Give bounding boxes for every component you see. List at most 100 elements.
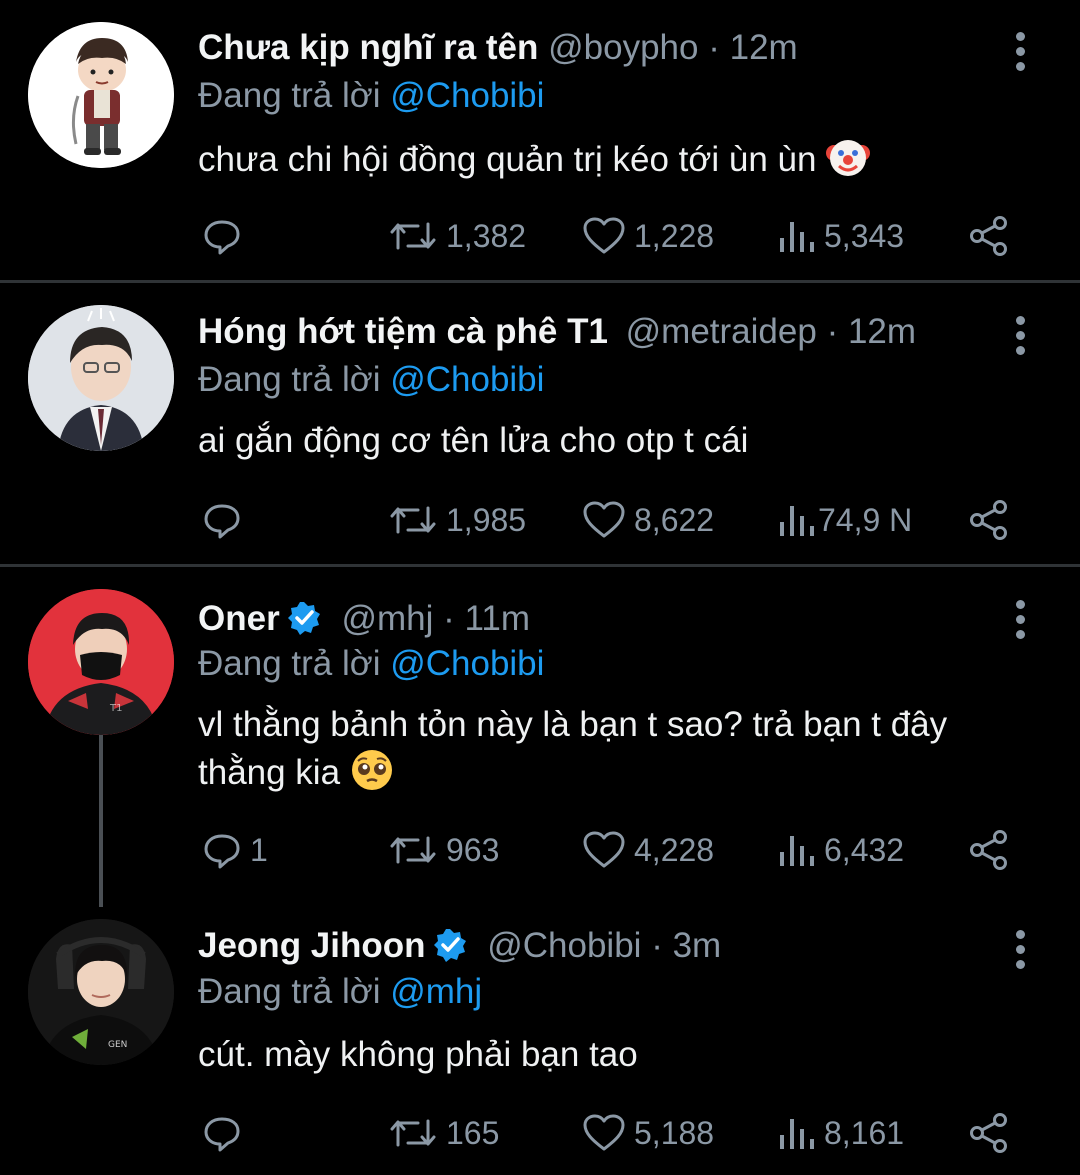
- like-button[interactable]: 1,228: [582, 214, 714, 258]
- tweet-header: Jeong Jihoon @Chobibi · 3m: [198, 924, 721, 974]
- avatar[interactable]: [28, 305, 174, 451]
- replying-to-label: Đang trả lời: [198, 360, 381, 399]
- reply-icon: [204, 220, 240, 255]
- svg-text:T1: T1: [109, 703, 122, 714]
- mention-link[interactable]: @Chobibi: [390, 76, 544, 115]
- views-button[interactable]: 8,161: [776, 1111, 904, 1155]
- svg-text:GEN: GEN: [108, 1040, 127, 1050]
- view-count: 6,432: [824, 831, 905, 868]
- avatar[interactable]: [28, 22, 174, 168]
- view-count: 74,9 N: [818, 501, 913, 538]
- tweet-text: vl thằng bảnh tỏn này là bạn t sao? trả …: [198, 702, 1048, 804]
- like-button[interactable]: 5,188: [582, 1111, 714, 1155]
- like-count: 1,228: [634, 217, 715, 254]
- timestamp[interactable]: · 11m: [443, 599, 530, 638]
- share-button[interactable]: [968, 214, 1010, 258]
- display-name[interactable]: Chưa kịp nghĩ ra tên: [198, 28, 538, 67]
- replying-to: Đang trả lời @Chobibi: [198, 74, 544, 118]
- mention-link[interactable]: @Chobibi: [390, 644, 544, 683]
- share-button[interactable]: [968, 828, 1010, 872]
- tweet-text: chưa chi hội đồng quản trị kéo tới ùn ùn: [198, 135, 1048, 191]
- replying-to-label: Đang trả lời: [198, 972, 381, 1011]
- verified-badge-icon: [286, 600, 322, 647]
- action-bar: 1 963 4,228 6,432: [198, 828, 1028, 872]
- retweet-icon: [390, 836, 436, 864]
- replying-to-label: Đang trả lời: [198, 76, 381, 115]
- action-bar: 165 5,188 8,161: [198, 1111, 1028, 1155]
- retweet-count: 963: [446, 831, 500, 868]
- share-icon: [970, 216, 1007, 256]
- views-button[interactable]: 74,9 N: [776, 498, 912, 542]
- views-button[interactable]: 5,343: [776, 214, 904, 258]
- reply-button[interactable]: [202, 498, 250, 542]
- mention-link[interactable]: @Chobibi: [390, 360, 544, 399]
- reply-button[interactable]: 1: [202, 828, 268, 872]
- pleading-face-icon: [350, 748, 394, 804]
- user-handle[interactable]: @Chobibi: [487, 926, 641, 965]
- like-button[interactable]: 4,228: [582, 828, 714, 872]
- view-count: 5,343: [824, 217, 905, 254]
- timestamp[interactable]: · 12m: [827, 312, 916, 351]
- heart-icon: [583, 831, 625, 868]
- retweet-icon: [390, 506, 436, 534]
- action-bar: 1,985 8,622 74,9 N: [198, 498, 1028, 542]
- reply-icon: [204, 1117, 240, 1152]
- retweet-count: 165: [446, 1114, 500, 1151]
- replying-to-label: Đang trả lời: [198, 644, 381, 683]
- more-options-icon[interactable]: [1010, 316, 1030, 361]
- heart-icon: [583, 217, 625, 254]
- display-name[interactable]: Oner: [198, 599, 280, 638]
- more-options-icon[interactable]: [1010, 32, 1030, 77]
- like-count: 8,622: [634, 501, 715, 538]
- retweet-button[interactable]: 1,382: [388, 214, 526, 258]
- tweet[interactable]: Chưa kịp nghĩ ra tên @boypho · 12m Đang …: [0, 0, 1080, 280]
- tweet-text-body: ai gắn động cơ tên lửa cho otp t cái: [198, 421, 749, 460]
- share-button[interactable]: [968, 498, 1010, 542]
- user-handle[interactable]: @mhj: [341, 599, 433, 638]
- display-name[interactable]: Jeong Jihoon: [198, 926, 426, 965]
- mention-link[interactable]: @mhj: [390, 972, 482, 1011]
- tweet-header: Chưa kịp nghĩ ra tên @boypho · 12m: [198, 26, 798, 70]
- tweet-header: Hóng hớt tiệm cà phê T1 @metraidep · 12m: [198, 310, 916, 354]
- tweet-text-line: vl thằng bảnh tỏn này là bạn t sao? trả …: [198, 705, 948, 744]
- retweet-button[interactable]: 963: [388, 828, 499, 872]
- tweet[interactable]: GEN Jeong Jihoon @Chobibi · 3m Đang trả …: [0, 897, 1080, 1175]
- user-handle[interactable]: @metraidep: [626, 312, 817, 351]
- clown-face-icon: [826, 135, 871, 191]
- timestamp[interactable]: · 12m: [708, 28, 797, 67]
- tweet-text-body: cút. mày không phải bạn tao: [198, 1035, 638, 1074]
- tweet-text-body: chưa chi hội đồng quản trị kéo tới ùn ùn: [198, 140, 817, 179]
- replying-to: Đang trả lời @Chobibi: [198, 358, 544, 402]
- retweet-button[interactable]: 165: [388, 1111, 499, 1155]
- views-button[interactable]: 6,432: [776, 828, 904, 872]
- more-options-icon[interactable]: [1010, 600, 1030, 645]
- share-button[interactable]: [968, 1111, 1010, 1155]
- reply-button[interactable]: [202, 214, 250, 258]
- like-count: 5,188: [634, 1114, 715, 1151]
- reply-button[interactable]: [202, 1111, 250, 1155]
- avatar[interactable]: T1: [28, 589, 174, 735]
- views-icon: [780, 1119, 814, 1149]
- views-icon: [780, 836, 814, 866]
- tweet-header: Oner @mhj · 11m: [198, 597, 530, 647]
- avatar[interactable]: GEN: [28, 919, 174, 1065]
- views-icon: [780, 506, 814, 536]
- timestamp[interactable]: · 3m: [651, 926, 721, 965]
- more-options-icon[interactable]: [1010, 930, 1030, 975]
- retweet-count: 1,382: [446, 217, 527, 254]
- user-handle[interactable]: @boypho: [548, 28, 698, 67]
- reply-icon: [204, 504, 240, 539]
- heart-icon: [583, 1114, 625, 1151]
- replying-to: Đang trả lời @Chobibi: [198, 642, 544, 686]
- like-button[interactable]: 8,622: [582, 498, 714, 542]
- view-count: 8,161: [824, 1114, 905, 1151]
- action-bar: 1,382 1,228 5,343: [198, 214, 1028, 258]
- tweet[interactable]: T1 Oner @mhj · 11m Đang trả lời @Chobibi…: [0, 567, 1080, 897]
- display-name[interactable]: Hóng hớt tiệm cà phê T1: [198, 312, 608, 351]
- heart-icon: [583, 501, 625, 538]
- tweet-text-line: thằng kia: [198, 753, 341, 792]
- retweet-button[interactable]: 1,985: [388, 498, 526, 542]
- share-icon: [970, 500, 1007, 540]
- tweet-text: ai gắn động cơ tên lửa cho otp t cái: [198, 418, 1048, 464]
- tweet[interactable]: Hóng hớt tiệm cà phê T1 @metraidep · 12m…: [0, 283, 1080, 565]
